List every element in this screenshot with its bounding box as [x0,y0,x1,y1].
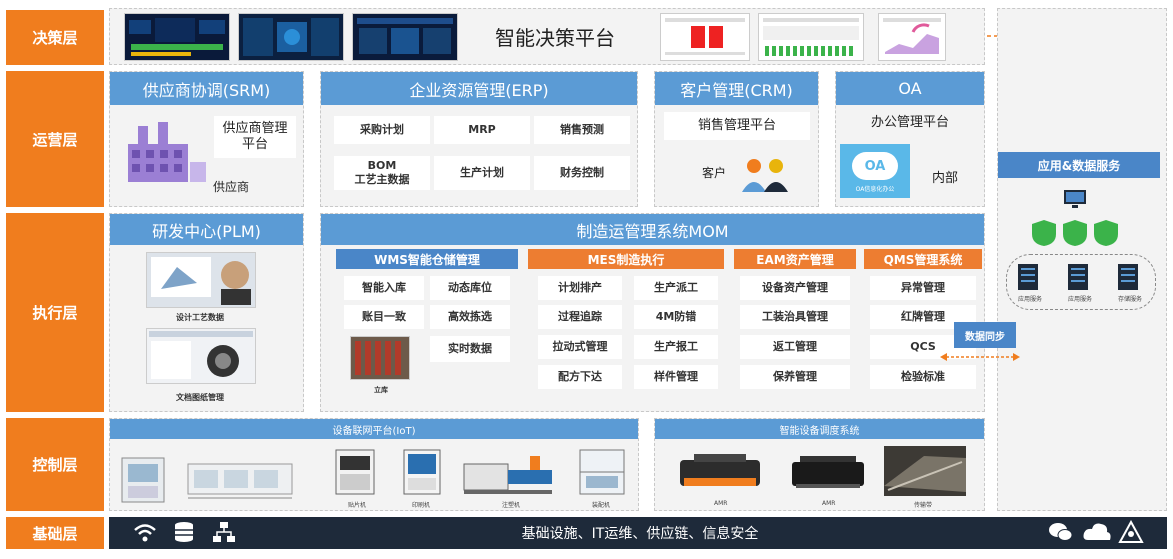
oa-platform: 办公管理平台 [870,114,949,130]
machine-photo [184,458,296,504]
srm-platform: 供应商管理平台 [214,116,296,158]
machine-photo [118,454,168,506]
server-icon [1018,262,1146,292]
eam-item: 设备资产管理 [740,276,850,300]
layer-control: 控制层 [6,418,104,511]
iot-device-label: 贴片机 [348,502,367,509]
erp-header: 企业资源管理(ERP) [321,72,637,105]
oa-internal: 内部 [931,170,958,186]
oa-logo-caption: OA信息化办公 [855,186,895,193]
erp-item: 生产计划 [434,156,530,190]
erp-item: BOM 工艺主数据 [334,156,430,190]
app-service-header: 应用&数据服务 [998,152,1160,178]
mes-item: 4M防错 [634,305,718,329]
mom-header: 制造运管理系统MOM [321,214,984,245]
iot-device-label: 注塑机 [502,502,521,509]
conveyor-photo [884,446,966,496]
oa-header: OA [836,72,984,105]
wms-item: 账目一致 [344,305,424,329]
cloud-icon [1082,520,1112,544]
server-label: 存储服务 [1118,296,1143,303]
eam-header: EAM资产管理 [734,249,856,269]
qms-header: QMS管理系统 [864,249,982,269]
amr-robot-photo [674,448,766,496]
dashboard-thumbnail-3 [352,13,458,61]
plm-header: 研发中心(PLM) [110,214,303,245]
crm-customer: 客户 [701,165,726,180]
machine-photo [460,450,560,500]
dispatch-header: 智能设备调度系统 [655,419,984,439]
crm-header: 客户管理(CRM) [655,72,818,105]
oa-logo-text: OA [864,158,886,174]
warehouse-photo [350,336,410,380]
eam-item: 返工管理 [740,335,850,359]
machine-photo [330,446,380,498]
drawing-screenshot [146,328,256,384]
eam-item: 工装治具管理 [740,305,850,329]
dispatch-device-label: AMR [714,500,728,507]
plm-caption-design: 设计工艺数据 [176,313,224,322]
server-label: 应用服务 [1068,296,1093,303]
wms-item: 动态库位 [430,276,510,300]
erp-item: 采购计划 [334,116,430,144]
decision-title: 智能决策平台 [495,25,615,50]
customer-icon [740,154,792,194]
dashboard-thumbnail-1 [124,13,230,61]
signal-icon [1118,519,1144,544]
layer-decision: 决策层 [6,10,104,65]
server-label: 应用服务 [1018,296,1043,303]
report-thumbnail-3 [878,13,946,61]
oa-logo: OA OA信息化办公 [840,144,910,198]
mes-item: 过程追踪 [538,305,622,329]
layer-execution: 执行层 [6,213,104,412]
report-thumbnail-2 [758,13,864,61]
network-icon [212,520,236,544]
mes-item: 生产派工 [634,276,718,300]
cad-screenshot [146,252,256,308]
erp-item: MRP [434,116,530,144]
wms-item: 实时数据 [430,336,510,362]
security-shield-icon [1030,218,1120,248]
plm-caption-document: 文档图纸管理 [176,393,224,402]
crm-platform: 销售管理平台 [664,112,810,140]
dashboard-thumbnail-2 [238,13,344,61]
mes-item: 配方下达 [538,365,622,389]
erp-item: 财务控制 [534,156,630,190]
amr-robot-photo [786,448,870,496]
mes-item: 拉动式管理 [538,335,622,359]
qms-item: 异常管理 [870,276,976,300]
mes-item: 样件管理 [634,365,718,389]
wms-image-caption: 立库 [374,386,388,394]
dispatch-device-label: AMR [822,500,836,507]
machine-photo [576,446,628,498]
report-thumbnail-1 [660,13,750,61]
iot-device-label: 印刷机 [412,502,431,509]
wifi-icon [132,520,158,544]
data-sync-box: 数据同步 [954,322,1016,348]
layer-operation: 运营层 [6,71,104,207]
iot-device-label: 装配机 [592,502,611,509]
qms-item: 检验标准 [870,365,976,389]
dispatch-device-label: 传输带 [914,502,933,509]
factory-icon [118,116,210,188]
data-sync-arrow [940,353,1020,361]
mes-item: 生产报工 [634,335,718,359]
iot-header: 设备联网平台(IoT) [110,419,638,439]
wechat-icon [1048,520,1074,544]
mes-item: 计划排产 [538,276,622,300]
database-icon [172,520,196,544]
wms-item: 智能入库 [344,276,424,300]
wms-header: WMS智能仓储管理 [336,249,518,269]
layer-base: 基础层 [6,517,104,549]
eam-item: 保养管理 [740,365,850,389]
machine-photo [398,446,446,498]
wms-item: 高效拣选 [430,305,510,329]
erp-item: 销售预测 [534,116,630,144]
computer-icon [1062,188,1088,210]
srm-header: 供应商协调(SRM) [110,72,303,105]
base-text: 基础设施、IT运维、供应链、信息安全 [521,526,759,542]
mes-header: MES制造执行 [528,249,724,269]
srm-supplier: 供应商 [212,179,249,194]
